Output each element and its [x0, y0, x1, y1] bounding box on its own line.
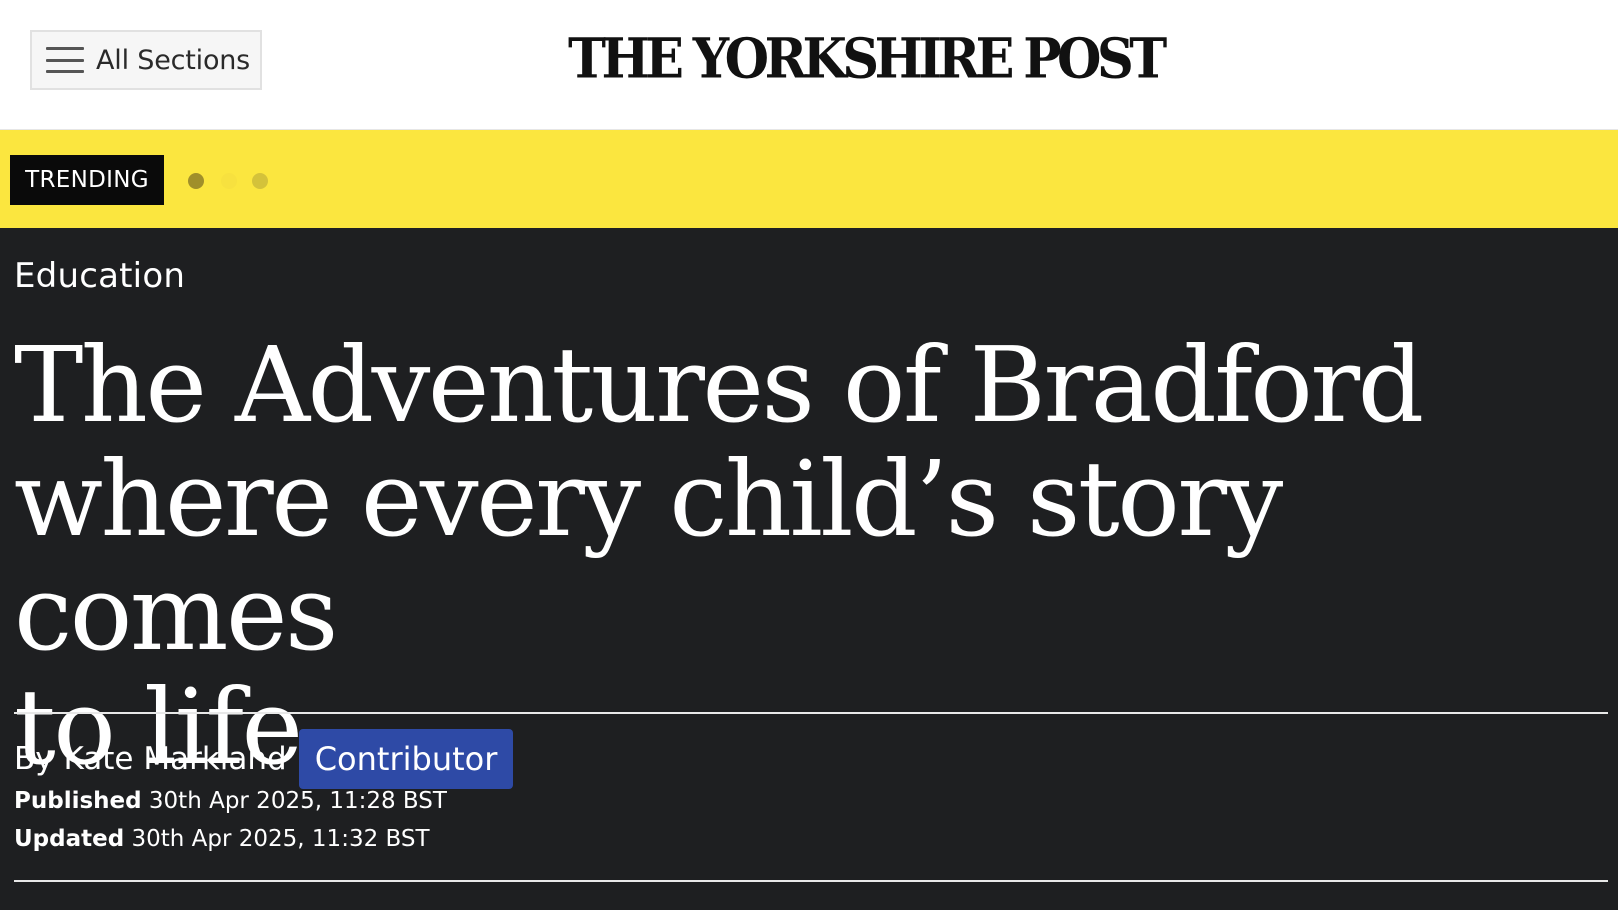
trending-bar: TRENDING [0, 130, 1618, 228]
divider-bottom [14, 880, 1608, 882]
contributor-badge: Contributor [298, 729, 514, 789]
all-sections-button[interactable]: All Sections [30, 30, 262, 90]
updated-value: 30th Apr 2025, 11:32 BST [131, 826, 430, 852]
all-sections-label: All Sections [96, 44, 251, 76]
site-header: All Sections THE YORKSHIRE POST [0, 0, 1618, 130]
article-headline: The Adventures of Bradford where every c… [14, 328, 1594, 784]
carousel-dot-2[interactable] [221, 173, 237, 189]
headline-line-1: The Adventures of Bradford [14, 324, 1424, 446]
published-value: 30th Apr 2025, 11:28 BST [148, 788, 447, 814]
headline-line-2: where every child’s story comes [14, 438, 1283, 674]
section-link[interactable]: Education [14, 256, 185, 296]
hamburger-menu-icon [46, 47, 84, 73]
article-header: Education The Adventures of Bradford whe… [0, 228, 1618, 910]
site-logo[interactable]: THE YORKSHIRE POST [568, 26, 1167, 93]
author-name[interactable]: By Kate Markland [14, 741, 287, 777]
byline: By Kate Markland Contributor [14, 729, 514, 789]
carousel-dot-1[interactable] [188, 173, 204, 189]
published-label: Published [14, 788, 142, 814]
published-date: Published 30th Apr 2025, 11:28 BST [14, 788, 447, 814]
divider-top [14, 712, 1608, 714]
carousel-dot-3[interactable] [252, 173, 268, 189]
trending-badge: TRENDING [10, 155, 164, 205]
updated-label: Updated [14, 826, 125, 852]
updated-date: Updated 30th Apr 2025, 11:32 BST [14, 826, 430, 852]
